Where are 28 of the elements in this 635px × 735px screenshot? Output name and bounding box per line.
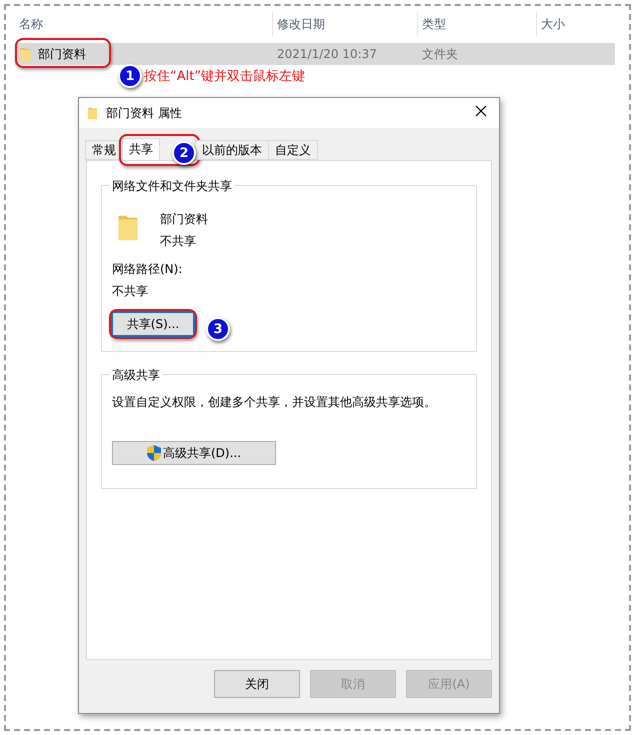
folder-name: 部门资料 [160,212,208,226]
path-value: 不共享 [112,284,149,298]
shield-icon [146,445,161,461]
group-title: 高级共享 [109,367,163,384]
group-title: 网络文件和文件夹共享 [109,178,235,195]
instruction-note: 按住“Alt”键并双击鼠标左键 [144,68,306,85]
tab[interactable]: 自定义 [268,140,318,160]
window-title: 部门资料 属性 [106,104,184,122]
advanced-sharing-button[interactable]: 高级共享(D)... [112,441,276,465]
tab[interactable]: 常规 [85,140,123,160]
tab[interactable]: 以前的版本 [195,140,269,160]
folder-icon [19,46,32,62]
file-name: 部门资料 [38,46,86,62]
column-header[interactable]: 修改日期 [273,12,418,36]
column-header[interactable]: 类型 [418,12,537,36]
folder-icon [87,106,98,120]
dialog-button[interactable]: 关闭 [214,670,300,698]
share-button[interactable]: 共享(S)... [112,312,194,336]
advanced-description: 设置自定义权限，创建多个共享，并设置其他高级共享选项。 [112,395,437,409]
share-status: 不共享 [160,234,197,248]
path-label: 网络路径(N): [112,262,184,276]
step-badge: 1 [118,64,142,88]
tab[interactable]: 共享 [122,138,160,160]
column-header[interactable]: 大小 [537,12,615,36]
modified-date: 2021/1/20 10:37 [277,47,377,61]
file-type: 文件夹 [422,46,458,62]
file-row[interactable]: 部门资料 2021/1/20 10:37 文件夹 [15,43,615,65]
column-header[interactable]: 名称 [15,12,273,36]
